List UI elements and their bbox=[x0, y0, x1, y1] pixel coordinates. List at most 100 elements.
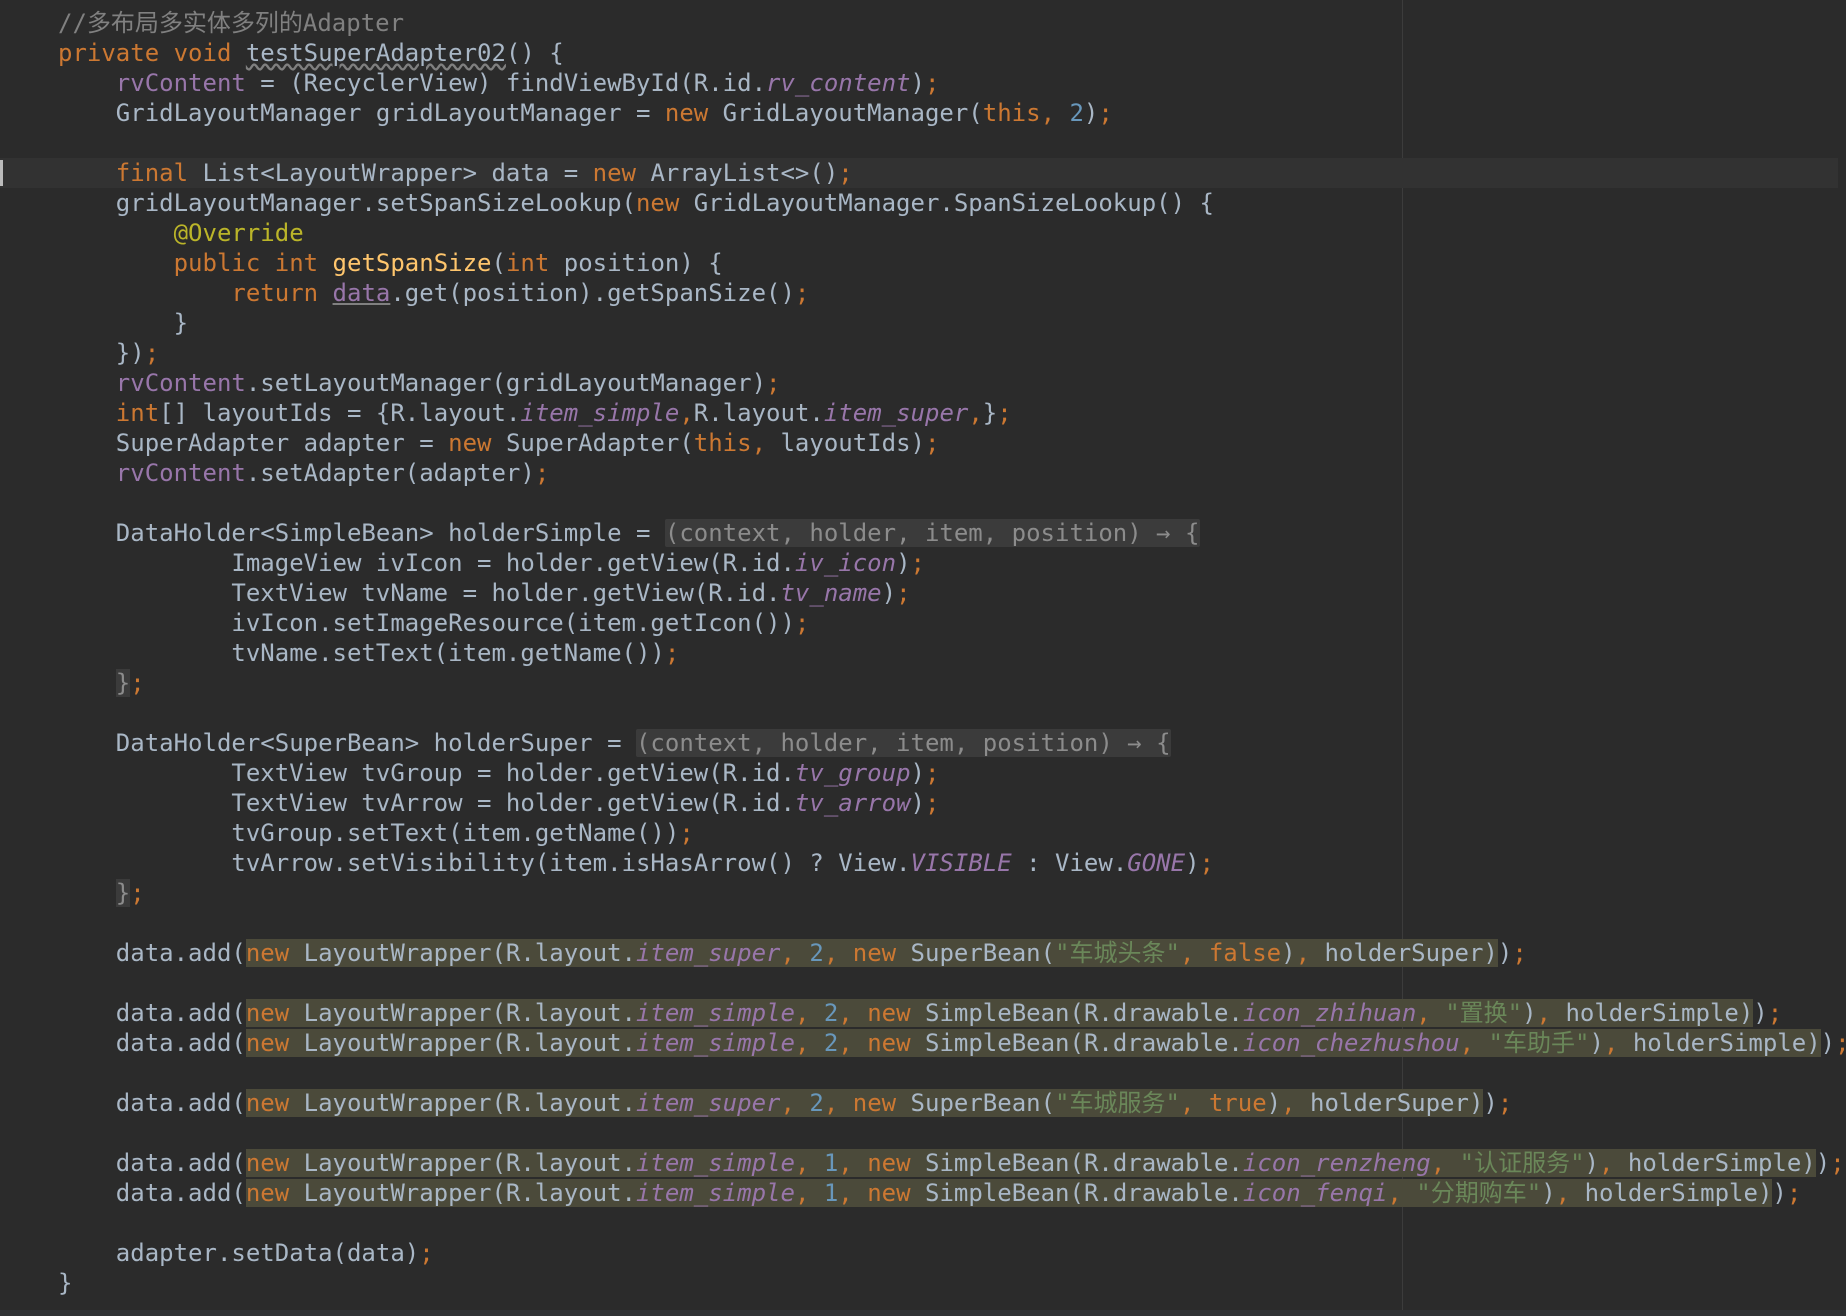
code-token: item_simple bbox=[635, 1029, 795, 1057]
code-token: ) bbox=[1497, 939, 1513, 967]
code-token: , bbox=[1603, 1029, 1633, 1057]
code-token: GridLayoutManager gridLayoutManager = bbox=[58, 99, 665, 127]
code-line[interactable]: DataHolder<SuperBean> holderSuper = (con… bbox=[58, 728, 1838, 758]
code-line[interactable]: ImageView ivIcon = holder.getView(R.id.i… bbox=[58, 548, 1838, 578]
code-token: } bbox=[115, 879, 131, 907]
code-token: GONE bbox=[1127, 849, 1186, 877]
code-line[interactable]: public int getSpanSize(int position) { bbox=[58, 248, 1838, 278]
code-token: ) bbox=[1281, 939, 1296, 967]
code-line[interactable]: data.add(new LayoutWrapper(R.layout.item… bbox=[58, 998, 1838, 1028]
code-token: true bbox=[1208, 1089, 1267, 1117]
code-token: ; bbox=[1835, 1029, 1846, 1057]
code-line[interactable]: int[] layoutIds = {R.layout.item_simple,… bbox=[58, 398, 1838, 428]
code-line[interactable] bbox=[58, 698, 1838, 728]
code-token: ; bbox=[130, 879, 145, 907]
code-line[interactable] bbox=[58, 488, 1838, 518]
code-line[interactable]: DataHolder<SimpleBean> holderSimple = (c… bbox=[58, 518, 1838, 548]
code-line[interactable]: final List<LayoutWrapper> data = new Arr… bbox=[0, 158, 1838, 188]
code-token: , bbox=[794, 1179, 824, 1207]
code-token: position) { bbox=[563, 249, 723, 277]
code-token: } bbox=[115, 669, 131, 697]
code-token: new bbox=[635, 189, 694, 217]
code-token: "车城服务" bbox=[1055, 1089, 1180, 1117]
code-token: [] layoutIds = {R.layout. bbox=[159, 399, 521, 427]
horizontal-scrollbar[interactable] bbox=[0, 1310, 1846, 1316]
code-line[interactable]: adapter.setData(data); bbox=[58, 1238, 1838, 1268]
code-token: adapter.setData(data) bbox=[58, 1239, 420, 1267]
code-token: , bbox=[1281, 1089, 1311, 1117]
code-token: TextView tvName = holder.getView(R.id. bbox=[58, 579, 781, 607]
code-line[interactable]: @Override bbox=[58, 218, 1838, 248]
code-token: ; bbox=[924, 789, 940, 817]
code-token: ; bbox=[534, 459, 550, 487]
code-line[interactable]: TextView tvName = holder.getView(R.id.tv… bbox=[58, 578, 1838, 608]
code-token: tv_group bbox=[794, 759, 911, 787]
code-token: new bbox=[664, 99, 723, 127]
code-line[interactable]: }); bbox=[58, 338, 1838, 368]
code-line[interactable]: return data.get(position).getSpanSize(); bbox=[58, 278, 1838, 308]
code-token: "置换" bbox=[1445, 999, 1523, 1027]
code-line[interactable]: TextView tvArrow = holder.getView(R.id.t… bbox=[58, 788, 1838, 818]
code-line[interactable]: TextView tvGroup = holder.getView(R.id.t… bbox=[58, 758, 1838, 788]
code-lines[interactable]: //多布局多实体多列的Adapter private void testSuper… bbox=[0, 8, 1846, 1298]
code-line[interactable]: GridLayoutManager gridLayoutManager = ne… bbox=[58, 98, 1838, 128]
code-line[interactable] bbox=[58, 1058, 1838, 1088]
code-line[interactable]: tvGroup.setText(item.getName()); bbox=[58, 818, 1838, 848]
code-line[interactable] bbox=[58, 968, 1838, 998]
code-line[interactable]: private void testSuperAdapter02() { bbox=[58, 38, 1838, 68]
code-editor[interactable]: //多布局多实体多列的Adapter private void testSuper… bbox=[0, 0, 1846, 1316]
code-line[interactable]: tvArrow.setVisibility(item.isHasArrow() … bbox=[58, 848, 1838, 878]
code-line[interactable]: } bbox=[58, 308, 1838, 338]
code-token: iv_icon bbox=[794, 549, 897, 577]
code-line[interactable]: gridLayoutManager.setSpanSizeLookup(new … bbox=[58, 188, 1838, 218]
code-token: ; bbox=[997, 399, 1012, 427]
code-line[interactable] bbox=[58, 908, 1838, 938]
code-token: , bbox=[1536, 999, 1566, 1027]
code-token: (context, holder, item, position) → { bbox=[635, 729, 1171, 757]
code-token: new bbox=[852, 939, 911, 967]
code-line[interactable]: data.add(new LayoutWrapper(R.layout.item… bbox=[58, 1178, 1838, 1208]
code-line[interactable]: data.add(new LayoutWrapper(R.layout.item… bbox=[58, 1148, 1845, 1178]
code-token: return bbox=[231, 279, 333, 307]
code-token: icon_chezhushou bbox=[1242, 1029, 1460, 1057]
code-line[interactable] bbox=[58, 128, 1838, 158]
code-token: } bbox=[58, 1269, 73, 1297]
code-line[interactable]: SuperAdapter adapter = new SuperAdapter(… bbox=[58, 428, 1838, 458]
code-token: , bbox=[751, 429, 781, 457]
code-token: ; bbox=[1199, 849, 1214, 877]
code-line[interactable]: }; bbox=[58, 878, 1838, 908]
code-token: .setAdapter(adapter) bbox=[245, 459, 535, 487]
code-token: 2 bbox=[1069, 99, 1084, 127]
code-token: private void bbox=[58, 39, 246, 67]
code-line[interactable]: }; bbox=[58, 668, 1838, 698]
code-token: ; bbox=[910, 549, 925, 577]
code-line[interactable]: rvContent.setLayoutManager(gridLayoutMan… bbox=[58, 368, 1838, 398]
code-token: TextView tvGroup = holder.getView(R.id. bbox=[58, 759, 795, 787]
code-token: ) bbox=[1083, 99, 1099, 127]
code-line[interactable]: } bbox=[58, 1268, 1838, 1298]
code-line[interactable]: //多布局多实体多列的Adapter bbox=[58, 8, 1838, 38]
code-token: , bbox=[780, 939, 810, 967]
code-token: , bbox=[1555, 1179, 1585, 1207]
code-line[interactable]: data.add(new LayoutWrapper(R.layout.item… bbox=[58, 1088, 1838, 1118]
code-token: data bbox=[332, 279, 391, 307]
code-token: , bbox=[968, 399, 983, 427]
code-token: item_simple bbox=[635, 1149, 795, 1177]
code-token: , bbox=[1599, 1149, 1628, 1177]
code-token: data.add( bbox=[58, 939, 246, 967]
code-token: icon_zhihuan bbox=[1242, 999, 1417, 1027]
code-line[interactable]: rvContent = (RecyclerView) findViewById(… bbox=[58, 68, 1838, 98]
code-line[interactable]: data.add(new LayoutWrapper(R.layout.item… bbox=[58, 1028, 1846, 1058]
code-line[interactable]: tvName.setText(item.getName()); bbox=[58, 638, 1838, 668]
code-line[interactable]: ivIcon.setImageResource(item.getIcon()); bbox=[58, 608, 1838, 638]
code-line[interactable]: data.add(new LayoutWrapper(R.layout.item… bbox=[58, 938, 1838, 968]
code-line[interactable] bbox=[58, 1208, 1838, 1238]
code-token: SuperBean( bbox=[910, 939, 1056, 967]
code-token: ImageView ivIcon = holder.getView(R.id. bbox=[58, 549, 795, 577]
code-token: , bbox=[838, 999, 868, 1027]
code-line[interactable]: rvContent.setAdapter(adapter); bbox=[58, 458, 1838, 488]
code-token: ) bbox=[1266, 1089, 1282, 1117]
code-line[interactable] bbox=[58, 1118, 1838, 1148]
